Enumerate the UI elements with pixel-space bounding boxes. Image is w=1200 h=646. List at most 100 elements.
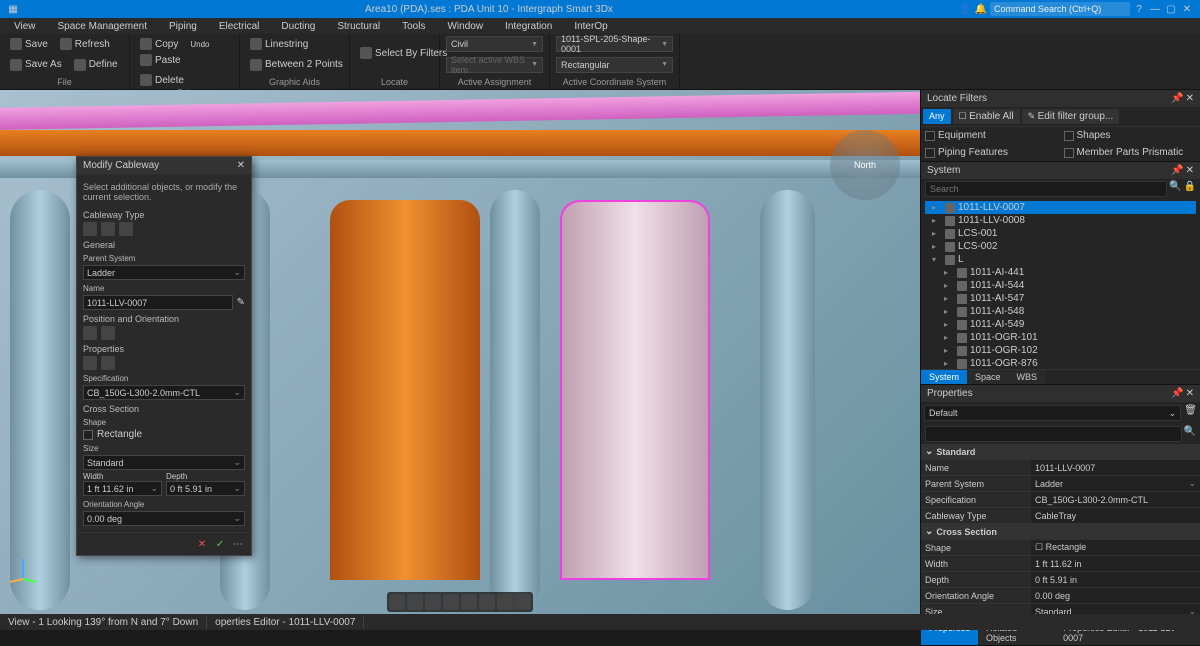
menu-structural[interactable]: Structural [327,21,390,32]
pin-icon[interactable]: 📌 [1171,165,1183,176]
menu-window[interactable]: Window [437,21,493,32]
help-icon[interactable]: ? [1132,2,1146,16]
menu-electrical[interactable]: Electrical [209,21,270,32]
vp-tool-2[interactable] [407,594,423,610]
linestring-button[interactable]: Linestring [246,36,312,52]
vp-tool-7[interactable] [497,594,513,610]
copy-button[interactable]: Copy [136,36,182,52]
search-icon[interactable]: 🔍 [1184,426,1196,442]
wbs-combo[interactable]: Select active WBS item [446,57,543,73]
menu-piping[interactable]: Piping [159,21,207,32]
vp-tool-1[interactable] [389,594,405,610]
tree-node[interactable]: ▸1011-AI-549 [925,318,1196,331]
civil-combo[interactable]: Civil [446,36,543,52]
lock-icon[interactable]: 🔒 [1184,181,1196,197]
pin-icon[interactable]: 📌 [1171,93,1183,104]
tree-node[interactable]: ▸1011-AI-441 [925,266,1196,279]
define-button[interactable]: Define [70,57,122,73]
shape-combo[interactable]: 1011-SPL-205-Shape-0001 [556,36,673,52]
menu-space-management[interactable]: Space Management [48,21,158,32]
paste-button[interactable]: Paste [136,52,185,68]
bell-icon[interactable]: 🔔 [974,2,988,16]
prop-value[interactable]: CB_150G-L300-2.0mm-CTL [1031,492,1200,507]
depth-select[interactable]: 0 ft 5.91 in [166,481,245,496]
view-compass[interactable]: North [830,130,900,200]
prop-group[interactable]: ⌄ Cross Section [921,524,1200,539]
prop-value[interactable]: 0.00 deg [1031,588,1200,603]
props-search-input[interactable] [925,426,1182,442]
vp-tool-8[interactable] [515,594,531,610]
cb-equipment[interactable] [925,131,935,141]
prop-value[interactable]: 1011-LLV-0007 [1031,460,1200,475]
tree-node[interactable]: ▸1011-OGR-101 [925,331,1196,344]
between-points-button[interactable]: Between 2 Points [246,57,347,73]
pin-icon[interactable]: 📌 [1171,388,1183,399]
more-icon[interactable]: ⋯ [231,537,245,551]
prop-value[interactable]: ☐ Rectangle [1031,540,1200,555]
props-default-combo[interactable]: Default [924,405,1181,421]
pos-icon-2[interactable] [101,326,115,340]
cb-members[interactable] [1064,148,1074,158]
vp-tool-4[interactable] [443,594,459,610]
tab-wbs[interactable]: WBS [1009,370,1046,384]
prop-icon-2[interactable] [101,356,115,370]
vp-tool-5[interactable] [461,594,477,610]
close-panel-icon[interactable]: ✕ [1186,93,1194,104]
tree-node[interactable]: ▸LCS-002 [925,240,1196,253]
tree-node[interactable]: ▸LCS-001 [925,227,1196,240]
3d-viewport[interactable]: North Modify Cableway✕ Select additional… [0,90,920,614]
tab-system[interactable]: System [921,370,967,384]
tab-any[interactable]: Any [923,109,951,124]
prop-icon-1[interactable] [83,356,97,370]
cb-piping[interactable] [925,148,935,158]
menu-integration[interactable]: Integration [495,21,562,32]
size-select[interactable]: Standard [83,455,245,470]
rect-combo[interactable]: Rectangular [556,57,673,73]
type-icon-1[interactable] [83,222,97,236]
vp-tool-3[interactable] [425,594,441,610]
close-panel-icon[interactable]: ✕ [1186,388,1194,399]
tree-node[interactable]: ▸1011-AI-547 [925,292,1196,305]
type-icon-2[interactable] [101,222,115,236]
select-by-filters-button[interactable]: Select By Filters [356,45,451,61]
prop-value[interactable]: CableTray [1031,508,1200,523]
axis-gizmo[interactable] [8,554,38,584]
apply-icon[interactable]: ✓ [213,537,227,551]
orient-select[interactable]: 0.00 deg [83,511,245,526]
tree-node[interactable]: ▸1011-OGR-876 [925,357,1196,369]
edit-filter-button[interactable]: ✎ Edit filter group... [1022,109,1120,124]
maximize-icon[interactable]: ▢ [1164,2,1178,16]
undo-button[interactable]: Undo [186,36,213,52]
refresh-button[interactable]: Refresh [56,36,114,52]
parent-system-select[interactable]: Ladder [83,265,245,280]
tree-node[interactable]: ▸1011-LLV-0007 [925,201,1196,214]
cb-shapes[interactable] [1064,131,1074,141]
spec-select[interactable]: CB_150G-L300-2.0mm-CTL [83,385,245,400]
tree-node[interactable]: ▸1011-AI-544 [925,279,1196,292]
save-button[interactable]: Save [6,36,52,52]
enable-all-button[interactable]: ☐ Enable All [953,109,1020,124]
shape-checkbox[interactable] [83,430,93,440]
system-search-input[interactable] [925,181,1167,197]
menu-tools[interactable]: Tools [392,21,435,32]
cancel-icon[interactable]: ✕ [195,537,209,551]
props-clear-icon[interactable]: 🗑 [1184,405,1197,421]
prop-value[interactable]: 1 ft 11.62 in [1031,556,1200,571]
menu-view[interactable]: View [4,21,46,32]
user-icon[interactable]: 👤 [958,2,972,16]
minimize-icon[interactable]: — [1148,2,1162,16]
close-icon[interactable]: ✕ [1180,2,1194,16]
prop-value[interactable]: 0 ft 5.91 in [1031,572,1200,587]
pos-icon-1[interactable] [83,326,97,340]
system-tree[interactable]: ▸1011-LLV-0007▸1011-LLV-0008▸LCS-001▸LCS… [921,199,1200,369]
menu-interop[interactable]: InterOp [564,21,617,32]
search-icon[interactable]: 🔍 [1169,181,1181,197]
width-select[interactable]: 1 ft 11.62 in [83,481,162,496]
command-search-input[interactable]: Command Search (Ctrl+Q) [990,2,1130,16]
tree-node[interactable]: ▸1011-LLV-0008 [925,214,1196,227]
prop-group[interactable]: ⌄ Standard [921,444,1200,459]
panel-close-icon[interactable]: ✕ [237,160,245,171]
tree-node[interactable]: ▸1011-OGR-102 [925,344,1196,357]
name-input[interactable]: 1011-LLV-0007 [83,295,233,310]
save-as-button[interactable]: Save As [6,57,66,73]
